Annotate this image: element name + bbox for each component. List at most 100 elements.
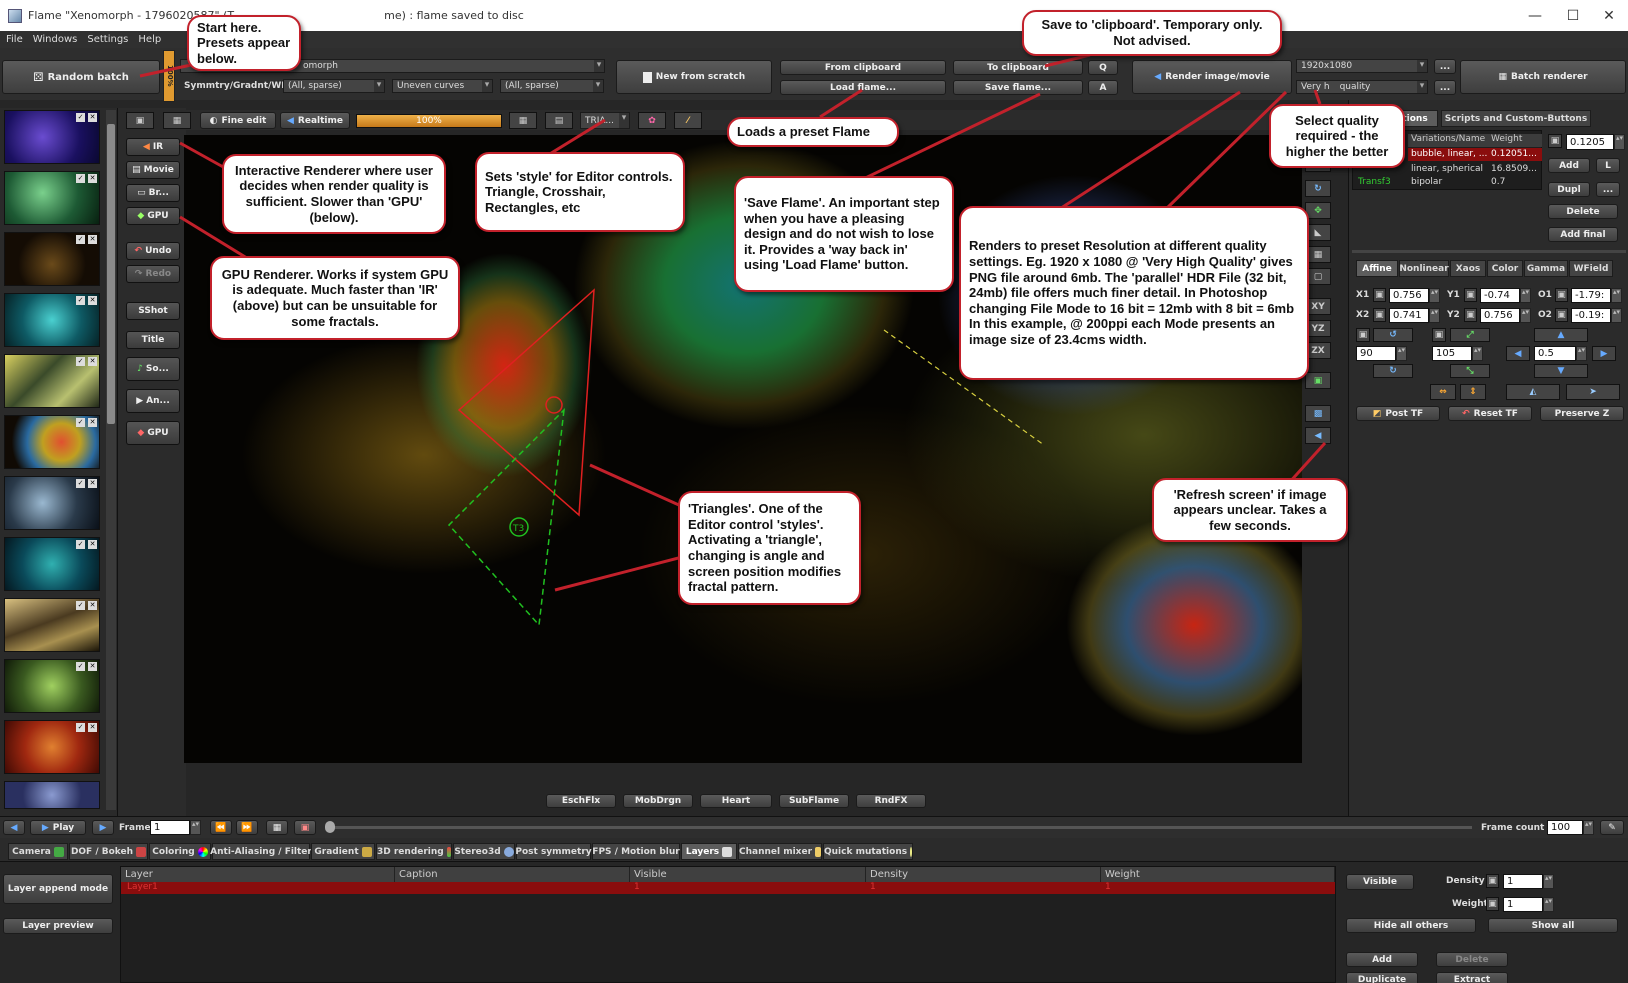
frame-count-field[interactable]: 100 (1547, 820, 1583, 835)
tab-color[interactable]: Color (1487, 260, 1523, 277)
redo-button[interactable]: ↷ Redo (126, 265, 180, 283)
frame-count-spinner[interactable]: ▴▾ (1583, 820, 1594, 835)
hide-all-others-button[interactable]: Hide all others (1346, 918, 1476, 933)
link-transform-button[interactable]: L (1596, 158, 1620, 173)
checkbox-icon[interactable]: ✓ (76, 723, 85, 732)
batch-renderer-button[interactable]: ▦ Batch renderer (1460, 60, 1626, 94)
reset-x1-icon[interactable]: ▣ (1373, 288, 1386, 302)
fx-mobdrgn-button[interactable]: MobDrgn (623, 794, 693, 808)
o1-field[interactable]: -1.79: (1571, 288, 1611, 303)
move-down-icon[interactable]: ▼ (1534, 364, 1588, 378)
x1-spinner[interactable]: ▴▾ (1429, 288, 1440, 303)
y1-spinner[interactable]: ▴▾ (1520, 288, 1531, 303)
q-button[interactable]: Q (1088, 60, 1118, 75)
preset-thumbnail[interactable]: ✕ ✓ (4, 232, 100, 286)
toggle-icon[interactable]: ▣ (1548, 134, 1562, 148)
y2-spinner[interactable]: ▴▾ (1520, 308, 1531, 323)
rotate-cw-icon[interactable]: ↻ (1373, 364, 1413, 378)
resolution-combo[interactable]: 1920x1080 (1296, 59, 1428, 73)
preset-thumbnail[interactable]: ✕ ✓ (4, 415, 100, 469)
fx-heart-button[interactable]: Heart (700, 794, 772, 808)
preset-thumbnail[interactable]: ✕ ✓ (4, 659, 100, 713)
title-button[interactable]: Title (126, 331, 180, 349)
tab-3d-rendering[interactable]: 3D rendering (376, 843, 452, 860)
tab-fps-motion-blur[interactable]: FPS / Motion blur (592, 843, 680, 860)
move-up-icon[interactable]: ▲ (1534, 328, 1588, 342)
density-reset-icon[interactable]: ▣ (1486, 874, 1499, 888)
scale-up-icon[interactable]: ⤢ (1450, 328, 1490, 342)
preset-thumbnail[interactable]: ✕ ✓ (4, 476, 100, 530)
x2-field[interactable]: 0.741 (1389, 308, 1429, 323)
rotate-toggle-icon[interactable]: ▣ (1356, 328, 1370, 342)
rotate-angle-field[interactable]: 90 (1356, 346, 1396, 361)
previous-icon[interactable]: ◀ (3, 820, 25, 835)
checkbox-icon[interactable]: ✓ (76, 418, 85, 427)
checkbox-icon[interactable]: ✓ (76, 479, 85, 488)
checkbox-icon[interactable]: ✓ (76, 296, 85, 305)
reset-o2-icon[interactable]: ▣ (1555, 308, 1568, 322)
animate-button[interactable]: ▶ An... (126, 389, 180, 413)
frame-spinner[interactable]: ▴▾ (190, 820, 201, 835)
preset-thumbnail[interactable]: ✕ ✓ (4, 537, 100, 591)
preset-thumbnail[interactable]: ✕ ✓ (4, 720, 100, 774)
tab-channel-mixer[interactable]: Channel mixer (738, 843, 822, 860)
transform-triangle-green[interactable] (447, 407, 565, 627)
move-step-spinner[interactable]: ▴▾ (1576, 346, 1587, 361)
tab-layers[interactable]: Layers (681, 843, 737, 860)
density-field[interactable]: 1 (1503, 874, 1543, 889)
editor-style-combo[interactable]: TRIA... (580, 112, 630, 129)
fast-forward-icon[interactable]: ⏩ (236, 820, 258, 835)
scale-down-icon[interactable]: ⤡ (1450, 364, 1490, 378)
post-tf-button[interactable]: ◩ Post TF (1356, 406, 1440, 421)
transform-triangle-red[interactable] (457, 288, 595, 517)
duplicate-layer-button[interactable]: Duplicate (1346, 972, 1418, 983)
show-all-button[interactable]: Show all (1488, 918, 1618, 933)
color-wheel-icon[interactable]: ✿ (638, 112, 666, 129)
close-icon[interactable]: ✕ (88, 296, 97, 305)
density-spinner[interactable]: ▴▾ (1543, 874, 1554, 889)
fx-rndfx-button[interactable]: RndFX (856, 794, 926, 808)
tab-affine[interactable]: Affine (1356, 260, 1398, 277)
mirror-icon[interactable]: ◭ (1506, 384, 1560, 400)
weight-spinner[interactable]: ▴▾ (1543, 897, 1554, 912)
checkbox-icon[interactable]: ✓ (76, 174, 85, 183)
fx-subflame-button[interactable]: SubFlame (779, 794, 849, 808)
browser-button[interactable]: ▭ Br... (126, 184, 180, 202)
editor-tool-icon[interactable]: ▣ (126, 112, 154, 129)
preset-thumbnail[interactable]: ✕ ✓ (4, 354, 100, 408)
wand-icon[interactable]: ⁄ (674, 112, 702, 129)
from-clipboard-button[interactable]: From clipboard (780, 60, 946, 75)
tab-gamma[interactable]: Gamma (1524, 260, 1568, 277)
shear-icon[interactable]: ➤ (1566, 384, 1620, 400)
close-icon[interactable]: ✕ (88, 479, 97, 488)
preset-thumbnail[interactable]: ✕ ✓ (4, 110, 100, 164)
reset-y2-icon[interactable]: ▣ (1464, 308, 1477, 322)
o2-field[interactable]: -0.19: (1571, 308, 1611, 323)
settings-icon[interactable]: ✎ (1600, 820, 1624, 835)
grid-tool-icon[interactable]: ▦ (163, 112, 191, 129)
thumbnail-scrollbar[interactable] (106, 110, 116, 810)
refresh-screen-button[interactable]: ◀ (1305, 427, 1331, 444)
tab-scripts[interactable]: Scripts and Custom-Buttons (1441, 110, 1591, 127)
close-icon[interactable]: ✕ (88, 601, 97, 610)
to-clipboard-button[interactable]: To clipboard (953, 60, 1083, 75)
tab-camera[interactable]: Camera (8, 843, 68, 860)
preset-thumbnail[interactable] (4, 781, 100, 809)
scale-field[interactable]: 105 (1432, 346, 1472, 361)
save-flame-button[interactable]: Save flame... (953, 80, 1083, 95)
rotate-view-icon[interactable]: ↻ (1305, 180, 1331, 197)
add-transform-button[interactable]: Add (1548, 158, 1590, 173)
realtime-button[interactable]: ◀ Realtime (280, 112, 350, 129)
undo-button[interactable]: ↶ Undo (126, 242, 180, 260)
x1-field[interactable]: 0.756 (1389, 288, 1429, 303)
fx-eschflx-button[interactable]: EschFlx (546, 794, 616, 808)
symmetry-combo[interactable]: (All, sparse) (283, 79, 385, 93)
reset-x2-icon[interactable]: ▣ (1373, 308, 1386, 322)
layer-append-mode-button[interactable]: Layer append mode (3, 874, 113, 904)
close-icon[interactable]: ✕ (88, 540, 97, 549)
preset-thumbnail[interactable]: ✕ ✓ (4, 293, 100, 347)
tab-xaos[interactable]: Xaos (1450, 260, 1486, 277)
wfield-combo[interactable]: (All, sparse) (500, 79, 604, 93)
play-button[interactable]: ▶ Play (30, 820, 86, 835)
y2-field[interactable]: 0.756 (1480, 308, 1520, 323)
